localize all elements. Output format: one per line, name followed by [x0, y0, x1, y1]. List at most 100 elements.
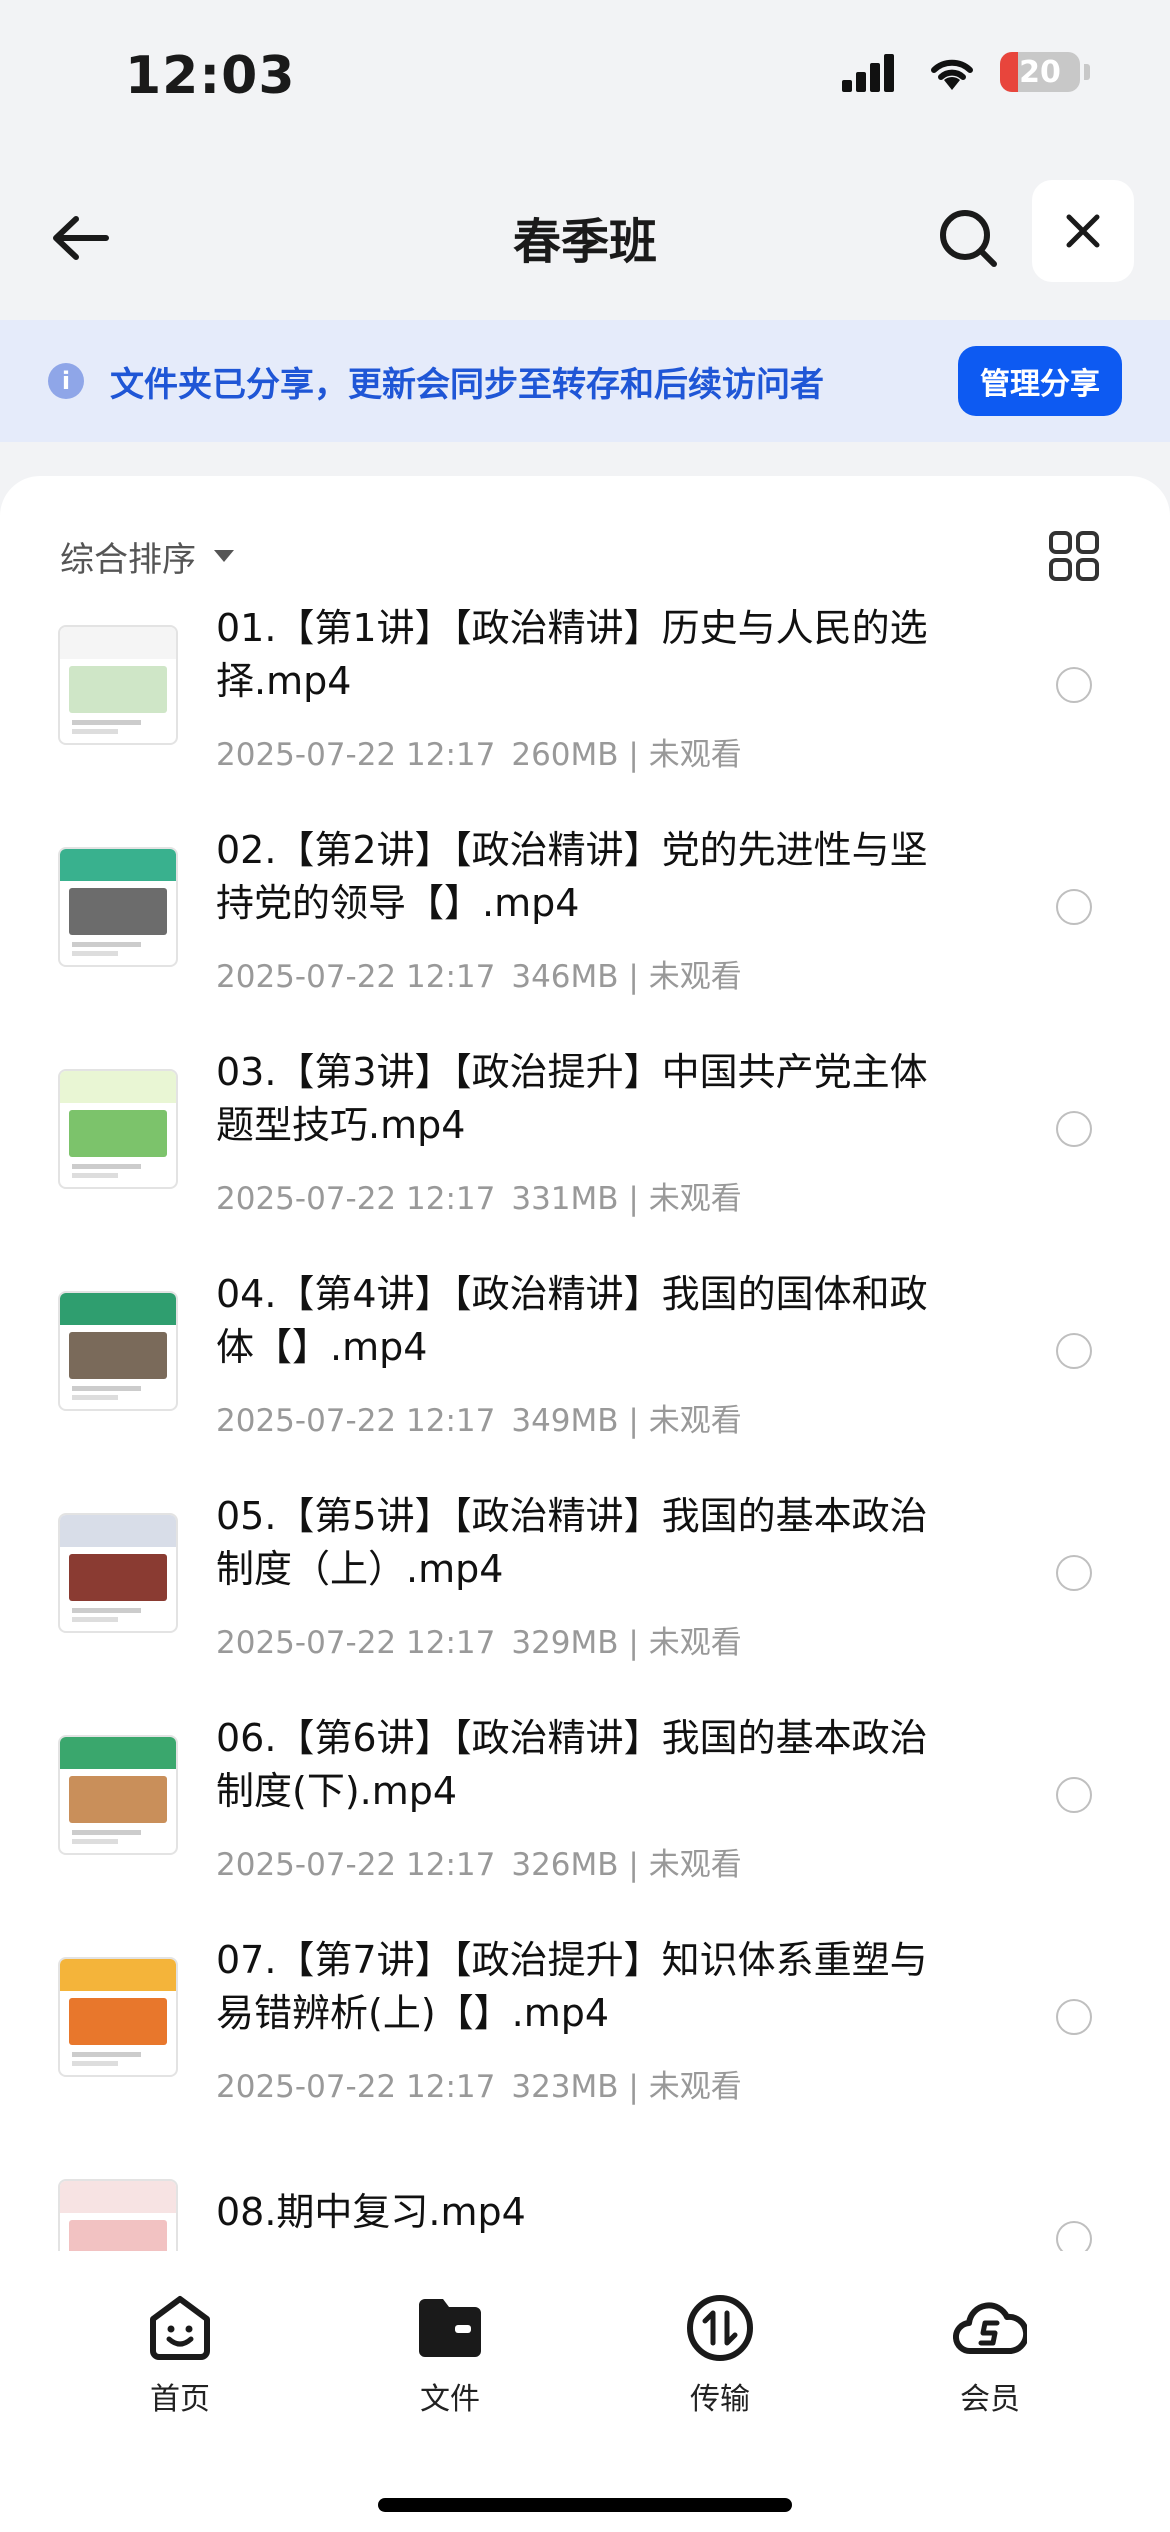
- transfer-icon: [687, 2295, 753, 2361]
- battery-level: 20: [1019, 54, 1061, 90]
- file-date: 2025-07-22 12:17: [216, 737, 496, 773]
- file-row[interactable]: 01.【第1讲】【政治精讲】历史与人民的选择.mp4 2025-07-22 12:…: [0, 606, 1170, 796]
- search-icon: [940, 210, 997, 267]
- wifi-icon: [931, 59, 973, 90]
- file-meta: 2025-07-22 12:17 329MB | 未观看: [216, 1617, 742, 1662]
- video-thumbnail[interactable]: [58, 2179, 178, 2251]
- manage-share-button[interactable]: 管理分享: [958, 346, 1122, 416]
- file-date: 2025-07-22 12:17: [216, 959, 496, 995]
- file-name: 03.【第3讲】【政治提升】中国共产党主体题型技巧.mp4: [216, 1050, 928, 1147]
- home-indicator: [378, 2498, 792, 2512]
- grid-view-button[interactable]: [1038, 520, 1110, 592]
- tab-home-label: 首页: [150, 2382, 210, 2417]
- battery-icon: 20: [1000, 52, 1080, 92]
- file-size: 329MB: [511, 1625, 619, 1661]
- file-row[interactable]: 04.【第4讲】【政治精讲】我国的国体和政体【】.mp4 2025-07-22 1…: [0, 1240, 1170, 1462]
- file-list-card: 综合排序 01.【第1讲】【政治精讲】历史与人民的选择.mp4 2025-07-2…: [0, 476, 1170, 2276]
- meta-divider: |: [618, 959, 649, 995]
- search-button[interactable]: [926, 196, 1010, 280]
- tab-transfer-label: 传输: [690, 2382, 750, 2417]
- select-radio[interactable]: [1056, 1333, 1092, 1369]
- watch-status: 未观看: [648, 959, 742, 995]
- bottom-tab-bar: 首页 文件 传输 会员: [0, 2276, 1170, 2532]
- file-name: 08.期中复习.mp4: [216, 2190, 526, 2234]
- file-meta: 2025-07-22 12:17 326MB | 未观看: [216, 1839, 742, 1884]
- home-face-icon: [150, 2296, 210, 2360]
- video-thumbnail[interactable]: [58, 1513, 178, 1633]
- video-thumbnail[interactable]: [58, 625, 178, 745]
- file-date: 2025-07-22 12:17: [216, 1403, 496, 1439]
- sort-dropdown[interactable]: 综合排序: [60, 532, 196, 581]
- folder-icon: [419, 2299, 481, 2357]
- status-icons: 20: [842, 52, 1090, 92]
- info-icon: i: [48, 363, 84, 399]
- select-radio[interactable]: [1056, 667, 1092, 703]
- file-row[interactable]: 06.【第6讲】【政治精讲】我国的基本政治制度(下).mp4 2025-07-22…: [0, 1684, 1170, 1906]
- watch-status: 未观看: [648, 1847, 742, 1883]
- status-time: 12:03: [125, 46, 296, 106]
- file-name: 01.【第1讲】【政治精讲】历史与人民的选择.mp4: [216, 606, 928, 703]
- video-thumbnail[interactable]: [58, 1735, 178, 1855]
- file-date: 2025-07-22 12:17: [216, 1847, 496, 1883]
- share-notice-text: 文件夹已分享，更新会同步至转存和后续访问者: [110, 364, 824, 405]
- file-row[interactable]: 07.【第7讲】【政治提升】知识体系重塑与易错辨析(上)【】.mp4 2025-0…: [0, 1906, 1170, 2128]
- file-meta: 2025-07-22 12:17 349MB | 未观看: [216, 1395, 742, 1440]
- file-date: 2025-07-22 12:17: [216, 2069, 496, 2105]
- watch-status: 未观看: [648, 2069, 742, 2105]
- tab-files[interactable]: 文件: [360, 2290, 540, 2440]
- file-size: 323MB: [511, 2069, 619, 2105]
- video-thumbnail[interactable]: [58, 1291, 178, 1411]
- grid-view-icon: [1049, 531, 1099, 581]
- caret-down-icon[interactable]: [214, 550, 234, 562]
- select-radio[interactable]: [1056, 2221, 1092, 2251]
- file-size: 349MB: [511, 1403, 619, 1439]
- file-date: 2025-07-22 12:17: [216, 1625, 496, 1661]
- nav-bar: 春季班: [0, 170, 1170, 300]
- meta-divider: |: [618, 1847, 649, 1883]
- video-thumbnail[interactable]: [58, 847, 178, 967]
- cellular-signal-icon: [842, 54, 894, 92]
- file-name: 07.【第7讲】【政治提升】知识体系重塑与易错辨析(上)【】.mp4: [216, 1938, 928, 2035]
- file-size: 331MB: [511, 1181, 619, 1217]
- select-radio[interactable]: [1056, 1777, 1092, 1813]
- watch-status: 未观看: [648, 1625, 742, 1661]
- watch-status: 未观看: [648, 1403, 742, 1439]
- meta-divider: |: [618, 1625, 649, 1661]
- file-name: 05.【第5讲】【政治精讲】我国的基本政治制度（上）.mp4: [216, 1494, 928, 1591]
- tab-transfer[interactable]: 传输: [630, 2290, 810, 2440]
- select-radio[interactable]: [1056, 889, 1092, 925]
- file-meta: 2025-07-22 12:17 260MB | 未观看: [216, 729, 742, 774]
- select-radio[interactable]: [1056, 1555, 1092, 1591]
- close-icon: [1066, 214, 1100, 248]
- file-meta: 2025-07-22 12:17 331MB | 未观看: [216, 1173, 742, 1218]
- file-row[interactable]: 03.【第3讲】【政治提升】中国共产党主体题型技巧.mp4 2025-07-22 …: [0, 1018, 1170, 1240]
- file-size: 260MB: [511, 737, 619, 773]
- share-banner: i 文件夹已分享，更新会同步至转存和后续访问者 管理分享: [0, 320, 1170, 442]
- file-row[interactable]: 02.【第2讲】【政治精讲】党的先进性与坚持党的领导【】.mp4 2025-07-…: [0, 796, 1170, 1018]
- file-row[interactable]: 05.【第5讲】【政治精讲】我国的基本政治制度（上）.mp4 2025-07-22…: [0, 1462, 1170, 1684]
- video-thumbnail[interactable]: [58, 1957, 178, 2077]
- meta-divider: |: [618, 737, 649, 773]
- status-bar: 12:03 20: [0, 0, 1170, 150]
- video-thumbnail[interactable]: [58, 1069, 178, 1189]
- tab-home[interactable]: 首页: [90, 2290, 270, 2440]
- meta-divider: |: [618, 1403, 649, 1439]
- tab-files-label: 文件: [420, 2382, 480, 2417]
- file-meta: 2025-07-22 12:17 346MB | 未观看: [216, 951, 742, 996]
- file-date: 2025-07-22 12:17: [216, 1181, 496, 1217]
- file-size: 346MB: [511, 959, 619, 995]
- file-name: 02.【第2讲】【政治精讲】党的先进性与坚持党的领导【】.mp4: [216, 828, 928, 925]
- file-row[interactable]: 08.期中复习.mp42025-07-22 12:17303MB | 未观看: [0, 2128, 1170, 2251]
- tab-vip-label: 会员: [960, 2382, 1020, 2417]
- watch-status: 未观看: [648, 1181, 742, 1217]
- select-radio[interactable]: [1056, 1111, 1092, 1147]
- file-name: 06.【第6讲】【政治精讲】我国的基本政治制度(下).mp4: [216, 1716, 928, 1813]
- file-name: 04.【第4讲】【政治精讲】我国的国体和政体【】.mp4: [216, 1272, 928, 1369]
- file-meta: 2025-07-22 12:17 323MB | 未观看: [216, 2061, 742, 2106]
- close-button[interactable]: [1032, 180, 1134, 282]
- meta-divider: |: [618, 1181, 649, 1217]
- tab-vip[interactable]: 会员: [900, 2290, 1080, 2440]
- select-radio[interactable]: [1056, 1999, 1092, 2035]
- sort-row: 综合排序: [60, 516, 1110, 596]
- file-size: 326MB: [511, 1847, 619, 1883]
